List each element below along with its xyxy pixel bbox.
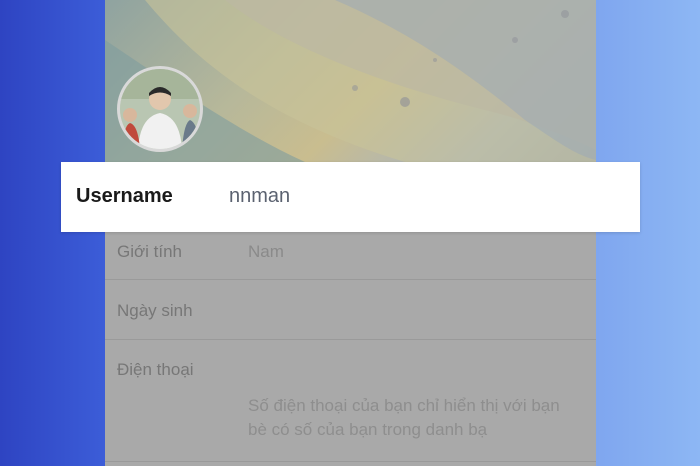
- background-left: [0, 0, 105, 466]
- gender-row[interactable]: Giới tính Nam: [105, 232, 596, 280]
- username-value: nnman: [229, 185, 291, 207]
- gender-value: Nam: [248, 242, 284, 261]
- cover-photo[interactable]: [105, 0, 596, 162]
- username-highlight-row[interactable]: Username nnman: [61, 162, 640, 232]
- birthday-label: Ngày sinh: [117, 301, 193, 320]
- avatar-photo: [120, 69, 200, 149]
- background-right: [596, 0, 700, 466]
- gender-label: Giới tính: [117, 242, 183, 261]
- screenshot-stage: Giới tính Nam Ngày sinh Điện thoại Số đi…: [0, 0, 700, 466]
- birthday-row[interactable]: Ngày sinh: [105, 280, 596, 340]
- phone-row[interactable]: Điện thoại Số điện thoại của bạn chỉ hiể…: [105, 340, 596, 462]
- profile-avatar[interactable]: [117, 66, 203, 152]
- phone-screen: Giới tính Nam Ngày sinh Điện thoại Số đi…: [105, 0, 596, 466]
- username-label: Username: [76, 185, 173, 207]
- phone-privacy-hint: Số điện thoại của bạn chỉ hiển thị với b…: [248, 396, 560, 439]
- phone-label: Điện thoại: [117, 360, 194, 379]
